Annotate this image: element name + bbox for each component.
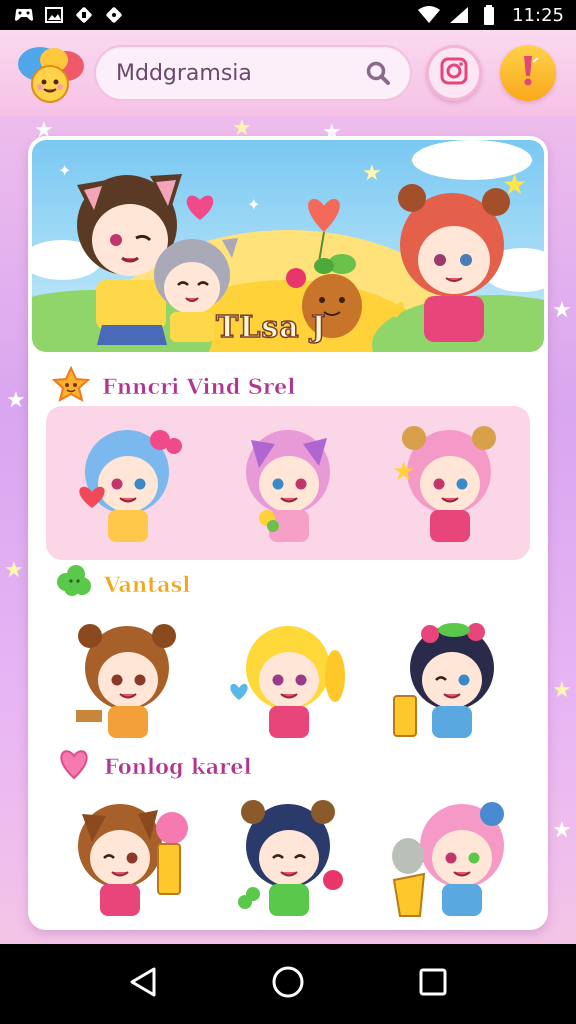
sparkle-decoration: ★ [6,388,26,413]
sparkle-decoration: ★ [552,678,572,703]
search-bar[interactable] [94,45,412,101]
status-bar: 11:25 [0,0,576,30]
status-time: 11:25 [512,4,564,26]
wifi-icon [418,6,441,24]
section-header-1[interactable]: Fnncri Vind Srel [50,365,296,406]
section-title-1: Fnncri Vind Srel [102,373,296,399]
svg-text:✦: ✦ [247,195,260,214]
home-circle-icon [271,965,305,1003]
game-controller-icon [14,6,34,24]
search-icon[interactable] [358,53,398,93]
clover-icon [54,564,94,604]
sparkle-decoration: ★ [552,298,572,323]
app-logo[interactable] [14,38,88,108]
system-nav-bar [0,944,576,1024]
section-title-2: Vantasl [104,571,191,597]
camera-button[interactable] [426,45,482,101]
signal-icon [448,6,470,24]
sticker-blonde-girl[interactable] [223,606,353,752]
search-input[interactable] [116,60,358,86]
photo-icon [44,6,64,24]
back-triangle-icon [128,966,158,1002]
sticker-brown-bear-girl[interactable] [62,606,192,752]
alert-button[interactable] [500,45,556,101]
sticker-dark-hair-girl[interactable] [384,606,514,752]
content-card: ★ ★ ✦ ✦ TLsa J Fnncri Vind Srel ★ Vantas… [28,136,548,930]
sticker-pink-cat-girl[interactable] [223,410,353,556]
hero-title: TLsa J [215,309,327,346]
recents-square-icon [418,967,448,1001]
camera-icon [439,56,469,90]
sticker-brown-cat-girl[interactable] [62,784,192,930]
svg-text:✦: ✦ [58,161,71,180]
svg-text:★: ★ [392,457,415,487]
section-title-3: Fonlog karel [104,753,252,779]
sticker-pink-bow-girl[interactable] [384,784,514,930]
hero-banner[interactable]: ★ ★ ✦ ✦ TLsa J [32,140,544,352]
sticker-row-3 [46,780,530,930]
sticker-row-2 [46,602,530,756]
back-button[interactable] [113,954,173,1014]
sticker-pink-bear-girl[interactable]: ★ [384,410,514,556]
sparkle-decoration: ★ [4,558,24,583]
sticker-blue-hair-girl[interactable] [62,410,192,556]
sticker-navy-bear-girl[interactable] [223,784,353,930]
svg-text:★: ★ [502,168,527,201]
recents-button[interactable] [403,954,463,1014]
app-header [0,30,576,116]
notification-icon [104,6,124,24]
status-left-icons [14,6,124,24]
home-button[interactable] [258,954,318,1014]
sparkle-decoration: ★ [552,818,572,843]
star-badge-icon [50,365,92,406]
exclamation-icon [515,54,541,92]
status-right-icons: 11:25 [418,5,564,26]
section-header-2[interactable]: Vantasl [54,564,191,604]
app-icon [74,6,94,24]
battery-icon [478,5,500,25]
svg-text:★: ★ [362,161,382,186]
sticker-row-1: ★ [46,406,530,560]
